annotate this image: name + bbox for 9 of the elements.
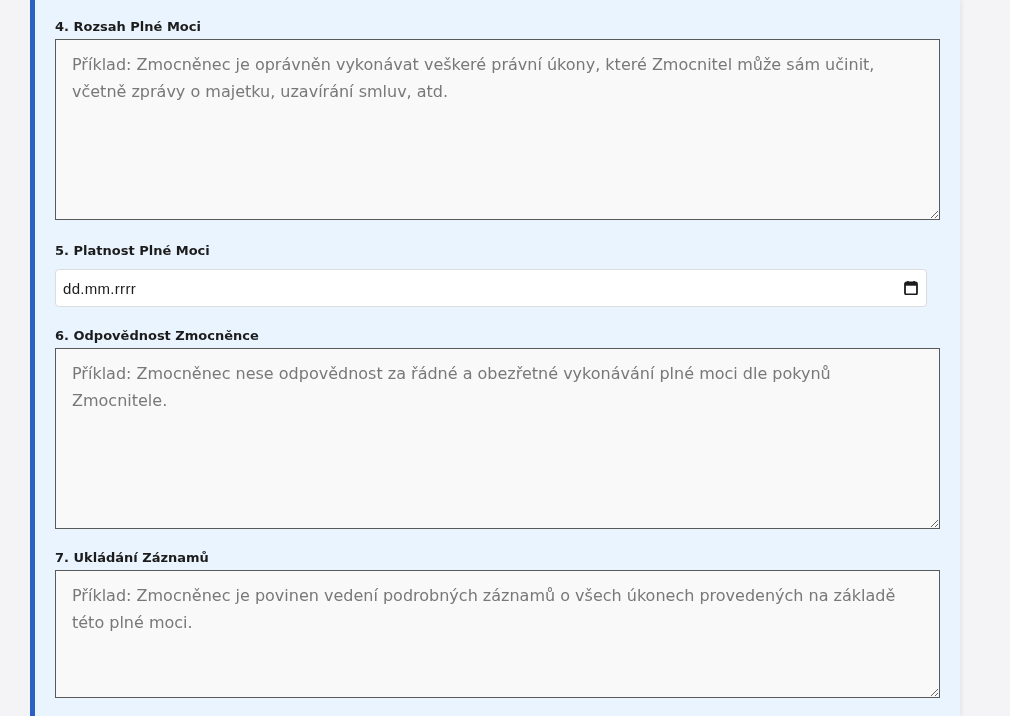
- date-field[interactable]: dd.mm.rrrr: [55, 269, 927, 307]
- textarea-field[interactable]: Příklad: Zmocněnec je oprávněn vykonávat veškeré právní úkony, které Zmocnitel může sám učinit, včetně zprávy o majetku, uzavírání smluv, atd.: [55, 39, 940, 220]
- textarea-field[interactable]: Příklad: Zmocněnec nese odpovědnost za řádné a obezřetné vykonávání plné moci dle pokynů Zmocnitele.: [55, 348, 940, 529]
- field-label: 5. Platnost Plné Moci: [55, 242, 210, 260]
- calendar-icon[interactable]: [904, 281, 918, 295]
- textarea-field[interactable]: Příklad: Zmocněnec je povinen vedení podrobných záznamů o všech úkonech provedených na základě této plné moci.: [55, 570, 940, 698]
- field-label: 6. Odpovědnost Zmocněnce: [55, 327, 259, 345]
- field-label: 7. Ukládání Záznamů: [55, 549, 209, 567]
- field-label: 4. Rozsah Plné Moci: [55, 18, 201, 36]
